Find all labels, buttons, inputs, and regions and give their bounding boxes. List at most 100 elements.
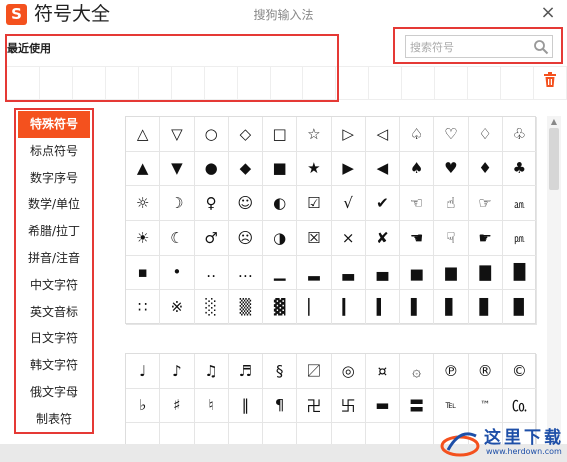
symbol-cell[interactable]: 卍 — [297, 388, 332, 424]
recent-symbol-cell[interactable] — [336, 67, 370, 99]
symbol-cell[interactable]: ♂ — [194, 220, 229, 256]
symbol-cell[interactable]: ▃ — [331, 255, 366, 291]
symbol-cell[interactable]: ▬ — [365, 388, 400, 424]
symbol-cell[interactable]: ☀ — [126, 220, 161, 256]
close-button[interactable]: × — [537, 2, 559, 24]
symbol-cell[interactable]: ▉ — [502, 290, 537, 325]
symbol-cell[interactable]: … — [228, 255, 263, 291]
symbol-cell[interactable]: ▁ — [263, 255, 298, 291]
recent-symbol-cell[interactable] — [501, 67, 534, 99]
symbol-cell[interactable]: ● — [194, 151, 229, 187]
symbol-cell[interactable]: ۞ — [400, 354, 435, 389]
symbol-cell[interactable]: ℗ — [434, 354, 469, 389]
symbol-cell[interactable]: ♪ — [160, 354, 195, 389]
symbol-cell[interactable]: █ — [502, 255, 537, 291]
symbol-cell[interactable]: ♀ — [194, 186, 229, 221]
symbol-cell[interactable]: ▋ — [434, 290, 469, 325]
symbol-cell[interactable]: ♧ — [502, 117, 537, 152]
symbol-cell[interactable]: ☟ — [434, 220, 469, 256]
recent-symbol-cell[interactable] — [402, 67, 436, 99]
symbol-cell[interactable]: ♡ — [434, 117, 469, 152]
symbol-cell[interactable]: ‖ — [228, 388, 263, 424]
symbol-cell[interactable]: ☛ — [468, 220, 503, 256]
symbol-cell[interactable]: ○ — [194, 117, 229, 152]
symbol-cell[interactable]: ▪ — [126, 255, 161, 291]
symbol-cell[interactable]: ℡ — [434, 388, 469, 424]
symbol-cell[interactable]: ☺ — [228, 186, 263, 221]
symbol-cell[interactable]: ¶ — [263, 388, 298, 424]
symbol-cell[interactable]: ▒ — [228, 290, 263, 325]
symbol-cell[interactable]: ☑ — [297, 186, 332, 221]
symbol-cell[interactable]: ◎ — [331, 354, 366, 389]
symbol-cell[interactable]: ◁ — [365, 117, 400, 152]
symbol-cell[interactable]: √ — [331, 186, 366, 221]
symbol-cell[interactable]: ☾ — [160, 220, 195, 256]
symbol-cell[interactable]: ♭ — [126, 388, 161, 424]
symbol-cell[interactable]: × — [331, 220, 366, 256]
symbol-cell[interactable]: ♥ — [434, 151, 469, 187]
symbol-cell[interactable]: ▆ — [434, 255, 469, 291]
symbol-cell[interactable]: ㏘ — [502, 220, 537, 256]
search-icon[interactable] — [533, 39, 549, 55]
symbol-cell[interactable]: ▄ — [365, 255, 400, 291]
symbol-cell[interactable]: ▓ — [263, 290, 298, 325]
symbol-cell[interactable]: ☹ — [228, 220, 263, 256]
trash-icon[interactable] — [543, 72, 557, 87]
symbol-cell[interactable]: ♮ — [194, 388, 229, 424]
symbol-cell[interactable]: ☞ — [468, 186, 503, 221]
symbol-cell[interactable]: ◀ — [365, 151, 400, 187]
symbol-cell[interactable]: △ — [126, 117, 161, 152]
symbol-cell[interactable]: □ — [263, 117, 298, 152]
symbol-cell[interactable]: • — [160, 255, 195, 291]
symbol-cell[interactable]: ✘ — [365, 220, 400, 256]
symbol-cell[interactable]: ♬ — [228, 354, 263, 389]
scroll-thumb[interactable] — [549, 128, 559, 190]
symbol-cell[interactable]: ▌ — [400, 290, 435, 325]
search-field[interactable] — [405, 35, 553, 58]
symbol-cell[interactable]: ※ — [160, 290, 195, 325]
symbol-cell[interactable]: ◆ — [228, 151, 263, 187]
symbol-cell[interactable]: ∷ — [126, 290, 161, 325]
recent-symbol-cell[interactable] — [435, 67, 469, 99]
symbol-cell[interactable]: ■ — [263, 151, 298, 187]
symbol-cell[interactable]: ♤ — [400, 117, 435, 152]
symbol-cell[interactable]: ☽ — [160, 186, 195, 221]
symbol-cell[interactable]: ▷ — [331, 117, 366, 152]
symbol-cell[interactable]: ☚ — [400, 220, 435, 256]
symbol-cell[interactable]: ♠ — [400, 151, 435, 187]
symbol-cell[interactable]: ㏇ — [502, 388, 537, 424]
scrollbar[interactable]: ▲ — [547, 116, 561, 456]
symbol-cell[interactable]: ▶ — [331, 151, 366, 187]
symbol-cell[interactable]: ☜ — [400, 186, 435, 221]
symbol-cell[interactable]: © — [502, 354, 537, 389]
symbol-cell[interactable]: ☒ — [297, 220, 332, 256]
symbol-cell[interactable]: ☝ — [434, 186, 469, 221]
symbol-cell[interactable]: 〼 — [297, 354, 332, 389]
symbol-cell[interactable]: ✔ — [365, 186, 400, 221]
symbol-cell[interactable]: ▂ — [297, 255, 332, 291]
symbol-cell[interactable]: § — [263, 354, 298, 389]
symbol-cell[interactable]: ☼ — [126, 186, 161, 221]
search-input[interactable] — [410, 38, 530, 56]
symbol-cell[interactable]: ♫ — [194, 354, 229, 389]
symbol-cell[interactable]: ▎ — [331, 290, 366, 325]
symbol-cell[interactable]: ™ — [468, 388, 503, 424]
symbol-cell[interactable]: 卐 — [331, 388, 366, 424]
symbol-cell[interactable]: ¤ — [365, 354, 400, 389]
symbol-cell[interactable]: ◐ — [263, 186, 298, 221]
recent-symbol-cell[interactable] — [468, 67, 502, 99]
symbol-cell[interactable]: ♢ — [468, 117, 503, 152]
symbol-cell[interactable]: ◇ — [228, 117, 263, 152]
scroll-up-arrow-icon[interactable]: ▲ — [547, 116, 561, 128]
symbol-cell[interactable]: ▇ — [468, 255, 503, 291]
symbol-cell[interactable]: ◑ — [263, 220, 298, 256]
symbol-cell[interactable]: ♣ — [502, 151, 537, 187]
symbol-cell[interactable]: 〓 — [400, 388, 435, 424]
symbol-cell[interactable]: ♯ — [160, 388, 195, 424]
symbol-cell[interactable]: ☆ — [297, 117, 332, 152]
symbol-cell[interactable]: ░ — [194, 290, 229, 325]
symbol-cell[interactable]: ▼ — [160, 151, 195, 187]
symbol-cell[interactable]: ♦ — [468, 151, 503, 187]
symbol-cell[interactable]: ★ — [297, 151, 332, 187]
symbol-cell[interactable]: ▏ — [297, 290, 332, 325]
